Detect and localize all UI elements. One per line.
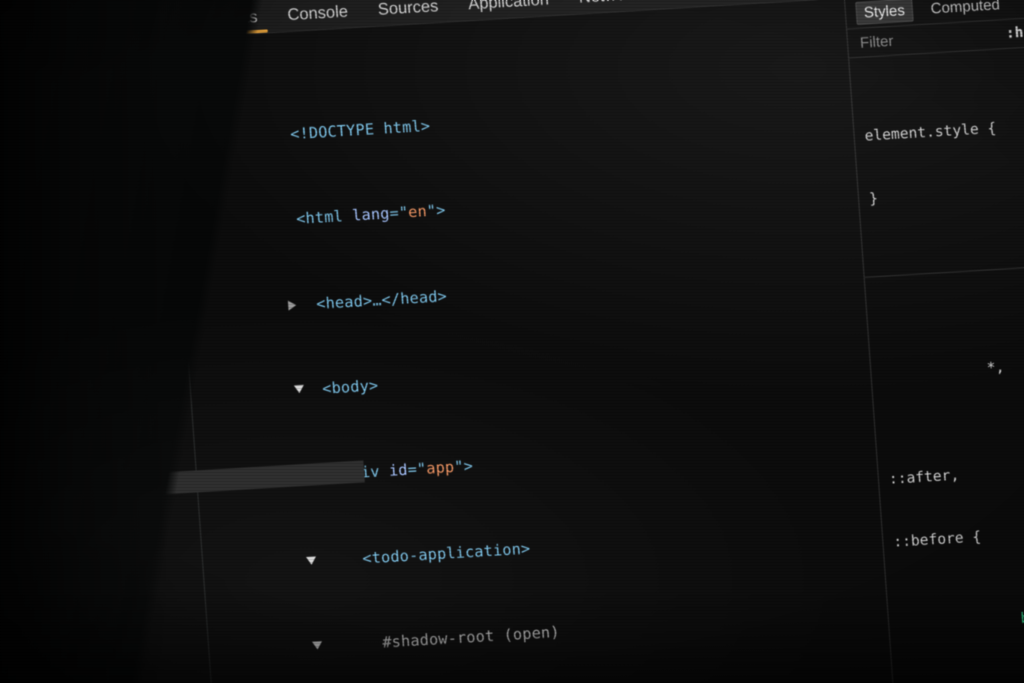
rule-divider	[864, 262, 1024, 278]
tab-elements[interactable]: Elements	[173, 0, 274, 38]
dom-line-shadow-root[interactable]: #shadow-root (open)	[212, 581, 886, 652]
monitor-screen: UB Elements Console Sources Application …	[74, 0, 1024, 683]
dom-line-body[interactable]: <body>	[194, 325, 868, 398]
dom-tree: <!DOCTYPE html> <html lang="en"> <head>……	[80, 5, 896, 683]
collapse-triangle-icon[interactable]	[294, 385, 305, 394]
styles-filter-input[interactable]: Filter	[859, 32, 893, 51]
dom-line-todo-application[interactable]: <todo-application>	[206, 496, 880, 567]
rule-element-style-selector[interactable]: element.style {	[854, 112, 1024, 148]
dom-line-link[interactable]: <link rel="stylesheet" type="text/css" h…	[218, 666, 895, 683]
dom-line-html[interactable]: <html lang="en">	[182, 154, 856, 228]
devtools-photo: UB Elements Console Sources Application …	[0, 0, 1024, 683]
rule-reboot-selector-3: ::before {	[892, 528, 982, 551]
tab-event-listeners[interactable]: E	[1017, 0, 1024, 15]
dom-line-head[interactable]: <head>…</head>	[188, 239, 862, 313]
collapse-triangle-icon[interactable]	[306, 556, 317, 565]
rule-reboot-source: *, _reboot.	[986, 358, 1005, 377]
dom-line-doctype[interactable]: <!DOCTYPE html>	[176, 69, 850, 142]
tab-computed[interactable]: Computed	[922, 0, 1009, 20]
dom-line-div-app[interactable]: <div id="app">	[200, 410, 874, 483]
hover-state-toggle[interactable]: :hov	[1005, 24, 1024, 42]
rule-element-style-close: }	[868, 189, 879, 208]
collapse-triangle-icon[interactable]	[312, 641, 323, 651]
decl-box-sizing[interactable]: box-sizing: border-	[887, 580, 1024, 658]
devtools-panel: Elements Console Sources Application Net…	[76, 0, 1024, 683]
expand-triangle-icon[interactable]	[287, 300, 297, 311]
dom-tree-pane[interactable]: <!DOCTYPE html> <html lang="en"> <head>……	[79, 0, 896, 683]
tab-styles[interactable]: Styles	[855, 0, 914, 25]
rule-reboot-selector-2: ::after,	[888, 466, 960, 488]
